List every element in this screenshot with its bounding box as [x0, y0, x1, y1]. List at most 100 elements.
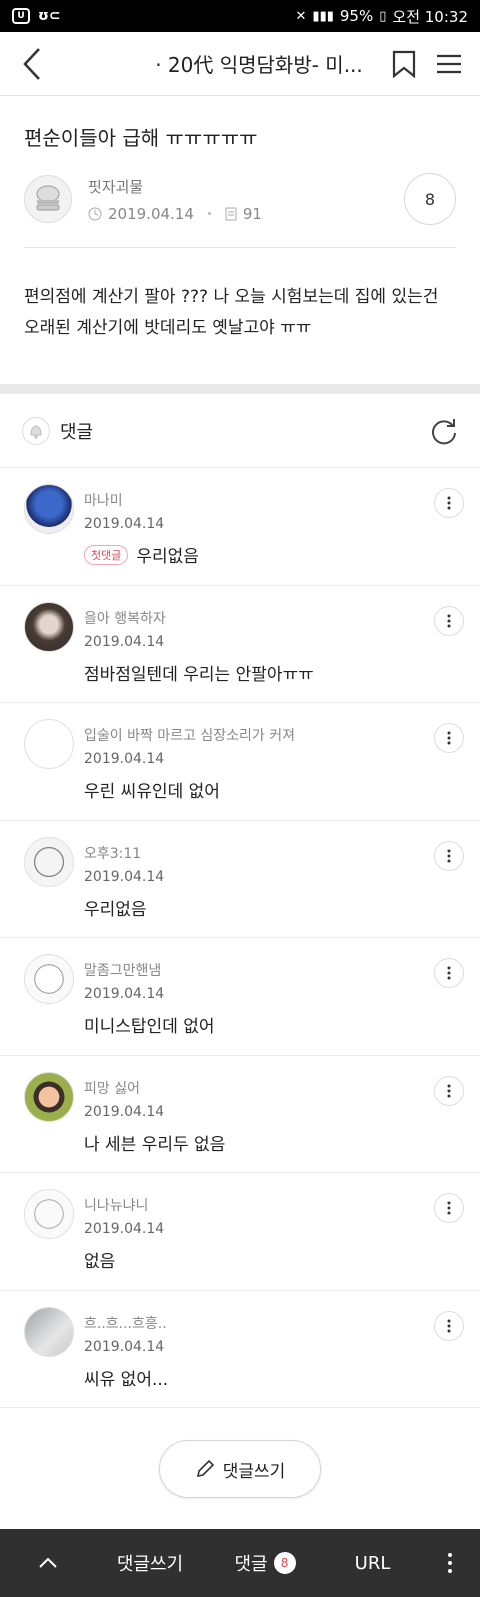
- hamburger-avatar-icon: [36, 185, 60, 211]
- comment-item: 입술이 바짝 마르고 심장소리가 커져 2019.04.14 우린 씨유인데 없어: [0, 703, 480, 821]
- bottom-comments-button[interactable]: 댓글 8: [205, 1550, 325, 1576]
- comment-date: 2019.04.14: [84, 986, 165, 1002]
- comment-date: 2019.04.14: [84, 868, 165, 885]
- author-name[interactable]: 핏자괴물: [88, 176, 262, 197]
- commenter-name[interactable]: 피망 싫어: [84, 1078, 462, 1098]
- comment-more-button[interactable]: [434, 958, 464, 988]
- notification-toggle[interactable]: [22, 416, 50, 445]
- comment-more-button[interactable]: [434, 488, 464, 518]
- more-vertical-icon: [447, 1201, 451, 1215]
- more-vertical-icon: [448, 1553, 452, 1573]
- more-vertical-icon: [447, 614, 451, 627]
- write-area: 댓글쓰기: [0, 1408, 480, 1530]
- url-button[interactable]: URL: [325, 1553, 420, 1574]
- first-comment-badge: 첫댓글: [84, 544, 129, 565]
- commenter-name[interactable]: 흐..흐...흐흥..: [84, 1313, 462, 1333]
- comment-text: 우린 씨유인데 없어: [84, 782, 220, 802]
- comment-text: 점바점일텐데 우리는 안팔아ㅠㅠ: [84, 664, 314, 685]
- view-count: 91: [242, 204, 262, 223]
- comments-badge: 8: [273, 1552, 296, 1574]
- commenter-avatar[interactable]: [24, 1189, 74, 1239]
- battery-percent: 95%: [339, 7, 374, 25]
- app-notification-icon-2: ʊ⊂: [38, 8, 61, 24]
- comment-date: 2019.04.14: [84, 633, 165, 650]
- section-divider: [0, 384, 480, 394]
- menu-icon[interactable]: [436, 53, 462, 75]
- back-button[interactable]: [12, 44, 52, 84]
- comment-text: 나 세븐 우리두 없음: [84, 1134, 226, 1155]
- post-body: 편의점에 계산기 팔아 ??? 나 오늘 시험보는데 집에 있는건 오래된 계산…: [24, 287, 439, 338]
- clock-icon: [88, 207, 102, 220]
- author-avatar[interactable]: [24, 175, 72, 223]
- write-comment-label: 댓글쓰기: [222, 1461, 286, 1482]
- comments-header: 댓글: [0, 394, 480, 468]
- commenter-name[interactable]: 을아 행복하자: [84, 608, 462, 628]
- more-vertical-icon: [447, 1084, 451, 1097]
- signal-icon: ▮▮▮: [312, 8, 334, 24]
- more-vertical-icon: [447, 966, 451, 980]
- board-title[interactable]: · 20代 익명담화방- 미...: [52, 49, 392, 78]
- comment-text: 씨유 없어...: [84, 1369, 169, 1390]
- separator-dot: [207, 212, 211, 215]
- comment-item: 피망 싫어 2019.04.14 나 세븐 우리두 없음: [0, 1056, 480, 1173]
- comment-item: 마나미 2019.04.14 첫댓글 우리없음: [0, 468, 480, 586]
- scroll-top-button[interactable]: [0, 1557, 95, 1569]
- chevron-up-icon: [38, 1557, 57, 1568]
- post-title: 편순이들아 급해 ㅠㅠㅠㅠㅠ: [24, 126, 258, 150]
- post-author-row: 핏자괴물 2019.04.14 91 8: [24, 173, 456, 248]
- commenter-name[interactable]: 마나미: [84, 490, 462, 510]
- app-notification-icon: U: [12, 8, 30, 24]
- bottom-bar: 댓글쓰기 댓글 8 URL: [0, 1529, 480, 1597]
- commenter-avatar[interactable]: [24, 601, 74, 652]
- comment-more-button[interactable]: [434, 1075, 464, 1106]
- comment-item: 말좀그만핸냄 2019.04.14 미니스탑인데 없어: [0, 938, 480, 1056]
- commenter-avatar[interactable]: [24, 484, 74, 534]
- comment-date: 2019.04.14: [84, 751, 165, 767]
- bell-icon: [30, 424, 42, 438]
- commenter-name[interactable]: 말좀그만핸냄: [84, 960, 462, 980]
- more-menu-button[interactable]: [420, 1552, 480, 1574]
- more-vertical-icon: [447, 849, 451, 862]
- commenter-name[interactable]: 입술이 바짝 마르고 심장소리가 커져: [84, 725, 462, 745]
- top-app-bar: · 20代 익명담화방- 미...: [0, 32, 480, 96]
- chevron-left-icon: [23, 47, 40, 80]
- commenter-avatar[interactable]: [24, 836, 74, 887]
- bottom-comments-label: 댓글: [234, 1554, 268, 1575]
- commenter-avatar[interactable]: [24, 719, 74, 769]
- comment-more-button[interactable]: [434, 840, 464, 871]
- comment-count-button[interactable]: 8: [404, 173, 456, 225]
- comment-text: 없음: [84, 1252, 116, 1272]
- commenter-name[interactable]: 오후3:11: [84, 843, 462, 863]
- comment-text: 우리없음: [136, 547, 199, 567]
- comment-date: 2019.04.14: [84, 516, 165, 532]
- battery-icon: ▯: [379, 8, 387, 24]
- more-vertical-icon: [447, 731, 451, 745]
- clock: 오전 10:32: [392, 7, 468, 26]
- more-vertical-icon: [447, 496, 451, 510]
- comment-more-button[interactable]: [434, 723, 464, 753]
- comment-more-button[interactable]: [434, 605, 464, 636]
- post-date: 2019.04.14: [108, 204, 194, 223]
- refresh-icon[interactable]: [430, 417, 458, 445]
- post: 편순이들아 급해 ㅠㅠㅠㅠㅠ 핏자괴물 2019.04.14 91 8 편의점에…: [0, 96, 480, 384]
- bookmark-icon[interactable]: [392, 50, 416, 78]
- comments-label: 댓글: [60, 421, 94, 443]
- comment-more-button[interactable]: [434, 1193, 464, 1223]
- comment-item: 을아 행복하자 2019.04.14 점바점일텐데 우리는 안팔아ㅠㅠ: [0, 586, 480, 703]
- commenter-avatar[interactable]: [24, 954, 74, 1004]
- comment-item: 흐..흐...흐흥.. 2019.04.14 씨유 없어...: [0, 1291, 480, 1408]
- comment-text: 미니스탑인데 없어: [84, 1017, 215, 1037]
- comment-text: 우리없음: [84, 899, 147, 920]
- commenter-avatar[interactable]: [24, 1306, 74, 1357]
- comment-date: 2019.04.14: [84, 1103, 165, 1120]
- views-icon: [225, 207, 237, 220]
- comment-item: 니나뉴냐니 2019.04.14 없음: [0, 1173, 480, 1291]
- more-vertical-icon: [447, 1319, 451, 1332]
- pencil-icon: [196, 1459, 214, 1478]
- comment-more-button[interactable]: [434, 1310, 464, 1341]
- mute-icon: ✕: [295, 8, 307, 24]
- commenter-name[interactable]: 니나뉴냐니: [84, 1195, 462, 1215]
- commenter-avatar[interactable]: [24, 1071, 74, 1122]
- bottom-write-button[interactable]: 댓글쓰기: [95, 1550, 205, 1576]
- write-comment-button[interactable]: 댓글쓰기: [159, 1440, 321, 1498]
